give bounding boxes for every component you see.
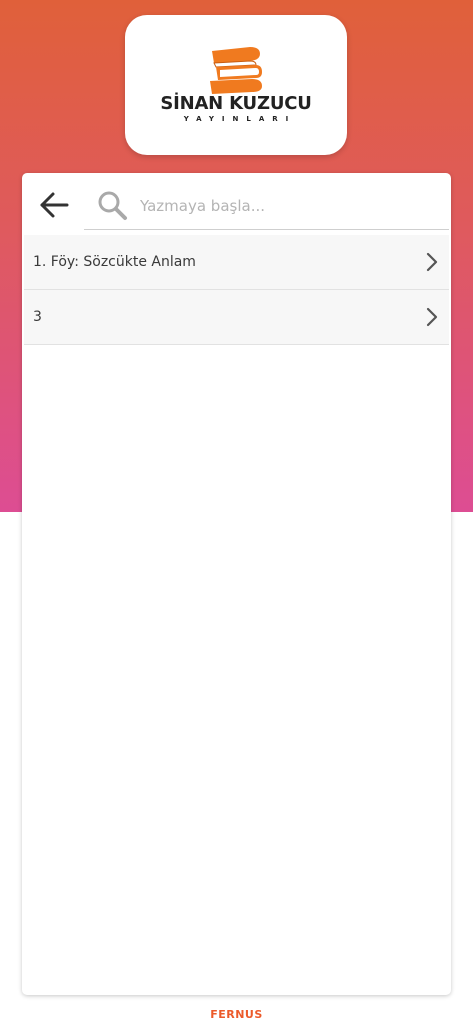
brand-name: SİNAN KUZUCU — [160, 93, 312, 114]
chevron-right-icon — [426, 252, 438, 272]
brand-subtitle: YAYINLARI — [183, 115, 297, 123]
list-item-label: 1. Föy: Sözcükte Anlam — [33, 254, 196, 270]
brand-logo-card: SİNAN KUZUCU YAYINLARI — [125, 15, 347, 155]
search-icon — [98, 191, 127, 220]
result-list: 1. Föy: Sözcükte Anlam 3 — [24, 235, 449, 345]
chevron-right-icon — [426, 307, 438, 327]
list-item[interactable]: 3 — [24, 290, 449, 345]
footer-brand-logo: FERNUS — [210, 1008, 263, 1021]
search-input[interactable] — [138, 187, 442, 225]
stacked-books-icon — [210, 47, 262, 94]
search-panel: 1. Föy: Sözcükte Anlam 3 — [22, 173, 451, 995]
arrow-left-icon — [40, 192, 69, 218]
back-button[interactable] — [32, 183, 76, 227]
list-item-label: 3 — [33, 309, 42, 325]
list-item[interactable]: 1. Föy: Sözcükte Anlam — [24, 235, 449, 290]
search-bar — [84, 181, 449, 230]
